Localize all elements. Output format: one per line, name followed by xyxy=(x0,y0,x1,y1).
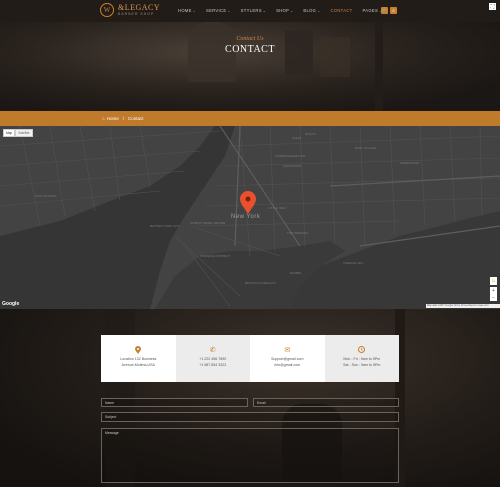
zoom-in-icon[interactable]: + xyxy=(492,288,495,294)
nav-item-pages[interactable]: PAGES⌄ xyxy=(363,8,383,13)
map-city-label: New York xyxy=(231,214,261,220)
subject-input[interactable] xyxy=(101,412,399,422)
pegman-icon[interactable]: ☺ xyxy=(490,277,497,285)
zoom-out-icon[interactable]: − xyxy=(492,295,495,301)
map-label: EAST VILLAGE xyxy=(355,146,377,150)
email-line-1[interactable]: Support@gmail.com xyxy=(271,357,304,361)
map-label: FINANCIAL DISTRICT xyxy=(200,254,231,258)
map-label: CHINATOWN xyxy=(283,164,302,168)
phone-icon: ✆ xyxy=(209,346,216,354)
map-type-control: Map Satellite xyxy=(3,129,33,137)
fullscreen-icon[interactable]: ⛶ xyxy=(489,3,496,10)
map-label: NOLITA xyxy=(305,132,316,136)
map-type-satellite-button[interactable]: Satellite xyxy=(15,129,33,137)
map-label: TWO BRIDGES xyxy=(287,231,309,235)
contact-card-phone: ✆ +1 222 456 7890 +1 987 654 3322 xyxy=(175,335,250,382)
hours-line-2: Sat - Sun : 9am to 5Pm xyxy=(343,363,381,368)
clock-icon xyxy=(358,345,366,354)
envelope-icon: ✉ xyxy=(284,346,291,354)
map-label: LOWER MANHATTAN xyxy=(275,154,306,158)
chevron-down-icon: ⌄ xyxy=(262,9,267,13)
contact-card-hours: Mon - Fri : 9am to 5Pm Sat - Sun : 9am t… xyxy=(324,335,399,382)
logo-mark-icon: W xyxy=(100,3,114,17)
zoom-control: + − xyxy=(490,287,497,301)
map-label: BATTERY PARK CITY xyxy=(150,224,180,228)
breadcrumb-current: Contact xyxy=(128,116,144,121)
logo-title: &LEGACY xyxy=(118,2,161,12)
map-label: PAULUS HOOK xyxy=(35,194,57,198)
logo-subtitle: BARBER SHOP xyxy=(118,11,155,16)
message-textarea[interactable] xyxy=(101,428,399,483)
chevron-down-icon: ⌄ xyxy=(192,9,196,13)
map-label: LITTLE ITALY xyxy=(268,206,287,210)
map-label: GREENPOINT xyxy=(400,161,420,165)
map-label: DUMBO xyxy=(290,271,302,275)
name-input[interactable] xyxy=(101,398,248,407)
email-line-2[interactable]: info@gmail.com xyxy=(274,363,300,367)
breadcrumb: ⌂ Home / Contact xyxy=(102,116,144,121)
address-line-1: Location 132 Business xyxy=(120,357,157,361)
contact-card-address: Location 132 Business Avenue,Mutima,USA xyxy=(101,335,176,382)
page-title: CONTACT xyxy=(225,44,275,55)
nav-item-blog[interactable]: BLOG⌄ xyxy=(303,8,320,13)
hero-subtitle: Contact Us xyxy=(236,36,264,42)
map-attribution[interactable]: Map data ©2017 Google Terms of Use Repor… xyxy=(426,304,500,308)
map-label: WORLD TRADE CENTER xyxy=(190,221,226,225)
chevron-down-icon: ⌄ xyxy=(317,9,321,13)
logo[interactable]: W &LEGACY BARBER SHOP xyxy=(100,3,160,17)
home-icon: ⌂ xyxy=(102,116,105,121)
map-marker-icon xyxy=(240,191,256,214)
main-nav: HOME⌄ SERVICE⌄ STYLERS⌄ SHOP⌄ BLOG⌄ CONT… xyxy=(178,8,382,13)
phone-line-1[interactable]: +1 222 456 7890 xyxy=(199,357,226,361)
cart-icon[interactable]: 🛒 xyxy=(381,7,388,14)
map-label: NOHO xyxy=(292,136,301,140)
contact-info-cards: Location 132 Business Avenue,Mutima,USA … xyxy=(101,335,399,382)
nav-item-contact[interactable]: CONTACT xyxy=(330,8,352,13)
google-map[interactable]: New York NOHO EAST VILLAGE LOWER MANHATT… xyxy=(0,126,500,309)
breadcrumb-bar: ⌂ Home / Contact xyxy=(0,111,500,126)
email-input[interactable] xyxy=(253,398,399,407)
map-marker-icon xyxy=(135,345,142,354)
chevron-down-icon: ⌄ xyxy=(290,9,294,13)
hours-line-1: Mon - Fri : 9am to 5Pm xyxy=(343,357,381,361)
map-type-map-button[interactable]: Map xyxy=(3,129,16,137)
phone-line-2[interactable]: +1 987 654 3322 xyxy=(199,363,226,367)
nav-item-shop[interactable]: SHOP⌄ xyxy=(276,8,293,13)
address-line-2: Avenue,Mutima,USA xyxy=(121,363,155,368)
search-icon[interactable]: ⌕ xyxy=(390,7,397,14)
breadcrumb-separator: / xyxy=(122,116,124,121)
contact-card-email: ✉ Support@gmail.com info@gmail.com xyxy=(250,335,325,382)
nav-item-stylers[interactable]: STYLERS⌄ xyxy=(241,8,266,13)
map-label: BROOKLYN HEIGHTS xyxy=(245,281,276,285)
map-label: VINEGAR HILL xyxy=(343,261,364,265)
nav-item-home[interactable]: HOME⌄ xyxy=(178,8,196,13)
breadcrumb-home-link[interactable]: Home xyxy=(107,116,119,121)
chevron-down-icon: ⌄ xyxy=(227,9,231,13)
nav-item-service[interactable]: SERVICE⌄ xyxy=(206,8,231,13)
site-header: W &LEGACY BARBER SHOP HOME⌄ SERVICE⌄ STY… xyxy=(0,0,500,22)
google-logo: Google xyxy=(2,301,20,307)
